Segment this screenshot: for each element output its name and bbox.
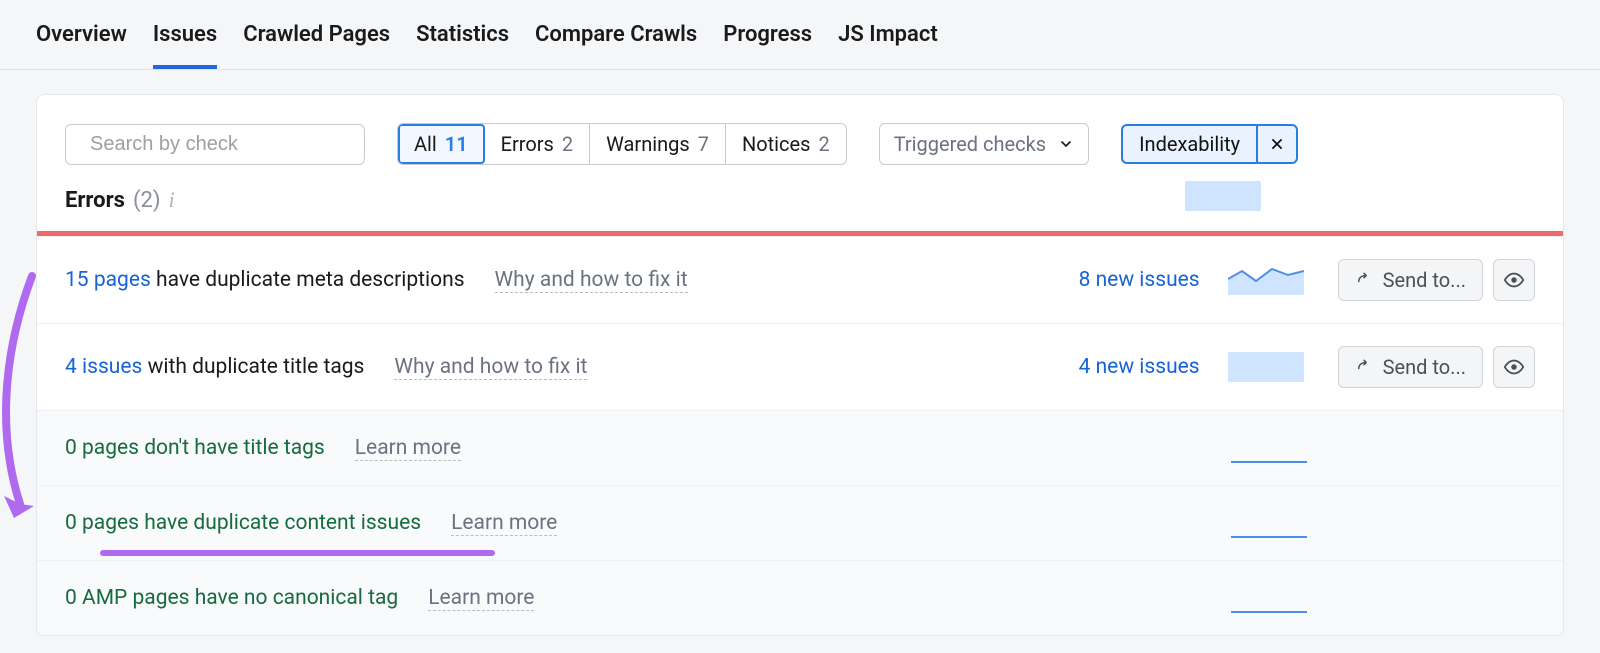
sparkline [1231, 583, 1307, 613]
eye-icon [1503, 269, 1525, 291]
chevron-down-icon [1058, 136, 1074, 152]
issue-desc: have no canonical tag [189, 586, 398, 610]
filter-count: 2 [562, 132, 573, 156]
issue-desc: have duplicate meta descriptions [151, 268, 465, 292]
tab-crawled-pages[interactable]: Crawled Pages [243, 22, 390, 69]
filter-notices[interactable]: Notices 2 [726, 124, 846, 164]
issue-type-filter: All 11 Errors 2 Warnings 7 Notices 2 [397, 123, 847, 165]
triggered-checks-label: Triggered checks [894, 132, 1046, 156]
send-to-label: Send to... [1383, 268, 1466, 292]
tab-statistics[interactable]: Statistics [416, 22, 509, 69]
filter-chip-remove[interactable] [1256, 126, 1296, 162]
filter-all[interactable]: All 11 [398, 124, 485, 164]
filter-label: Errors [501, 132, 554, 156]
why-fix-link[interactable]: Why and how to fix it [394, 355, 587, 380]
issue-desc: don't have title tags [139, 436, 325, 460]
send-to-button[interactable]: Send to... [1338, 346, 1483, 388]
sparkline [1228, 265, 1304, 295]
close-icon [1270, 137, 1284, 151]
filter-errors[interactable]: Errors 2 [485, 124, 590, 164]
sparkline [1231, 508, 1307, 538]
view-button[interactable] [1493, 346, 1535, 388]
sparkline [1231, 433, 1307, 463]
triggered-checks-dropdown[interactable]: Triggered checks [879, 123, 1089, 165]
filter-chip-label: Indexability [1123, 126, 1256, 162]
filter-label: Notices [742, 132, 810, 156]
eye-icon [1503, 356, 1525, 378]
filter-warnings[interactable]: Warnings 7 [590, 124, 726, 164]
learn-more-link[interactable]: Learn more [428, 586, 534, 611]
issue-desc: have duplicate content issues [139, 511, 421, 535]
issue-count-link[interactable]: 0 pages [65, 436, 139, 460]
issue-count-link[interactable]: 15 pages [65, 268, 151, 292]
filter-count: 2 [818, 132, 829, 156]
tab-progress[interactable]: Progress [723, 22, 812, 69]
why-fix-link[interactable]: Why and how to fix it [495, 268, 688, 293]
issue-desc: with duplicate title tags [142, 355, 364, 379]
filter-count: 7 [698, 132, 709, 156]
section-count: (2) [133, 188, 161, 213]
tab-issues[interactable]: Issues [153, 22, 217, 69]
issue-text[interactable]: 0 pages don't have title tags [65, 436, 325, 460]
issue-text[interactable]: 4 issues with duplicate title tags [65, 355, 364, 379]
issue-text[interactable]: 15 pages have duplicate meta description… [65, 268, 465, 292]
tab-overview[interactable]: Overview [36, 22, 127, 69]
errors-section-header: Errors (2) i [37, 187, 1563, 231]
learn-more-link[interactable]: Learn more [451, 511, 557, 536]
issue-row: 0 pages have duplicate content issues Lea… [37, 485, 1563, 560]
main-tabs: Overview Issues Crawled Pages Statistics Com… [0, 0, 1600, 70]
issue-row: 15 pages have duplicate meta description… [37, 236, 1563, 323]
section-sparkline [1185, 181, 1261, 211]
issue-count-link[interactable]: 0 AMP pages [65, 586, 189, 610]
tab-compare-crawls[interactable]: Compare Crawls [535, 22, 697, 69]
issue-row: 0 pages don't have title tags Learn more [37, 410, 1563, 485]
view-button[interactable] [1493, 259, 1535, 301]
issue-text[interactable]: 0 pages have duplicate content issues [65, 511, 421, 535]
share-arrow-icon [1355, 271, 1373, 289]
issue-text[interactable]: 0 AMP pages have no canonical tag [65, 586, 398, 610]
share-arrow-icon [1355, 358, 1373, 376]
send-to-label: Send to... [1383, 355, 1466, 379]
tab-js-impact[interactable]: JS Impact [838, 22, 938, 69]
learn-more-link[interactable]: Learn more [355, 436, 461, 461]
filter-chip-indexability: Indexability [1121, 124, 1298, 164]
panel-toolbar: All 11 Errors 2 Warnings 7 Notices 2 Triggered … [37, 95, 1563, 187]
send-to-button[interactable]: Send to... [1338, 259, 1483, 301]
search-input-wrap[interactable] [65, 124, 365, 165]
new-issues-count[interactable]: 4 new issues [1040, 355, 1200, 379]
filter-count: 11 [445, 132, 468, 156]
issue-count-link[interactable]: 0 pages [65, 511, 139, 535]
section-title: Errors [65, 188, 125, 213]
annotation-underline [100, 550, 495, 556]
filter-label: All [414, 132, 437, 156]
search-input[interactable] [90, 133, 355, 156]
issue-row: 4 issues with duplicate title tags Why an… [37, 323, 1563, 410]
issue-count-link[interactable]: 4 issues [65, 355, 142, 379]
filter-label: Warnings [606, 132, 690, 156]
issue-row: 0 AMP pages have no canonical tag Learn m… [37, 560, 1563, 635]
new-issues-count[interactable]: 8 new issues [1040, 268, 1200, 292]
info-icon[interactable]: i [169, 187, 175, 213]
sparkline [1228, 352, 1304, 382]
